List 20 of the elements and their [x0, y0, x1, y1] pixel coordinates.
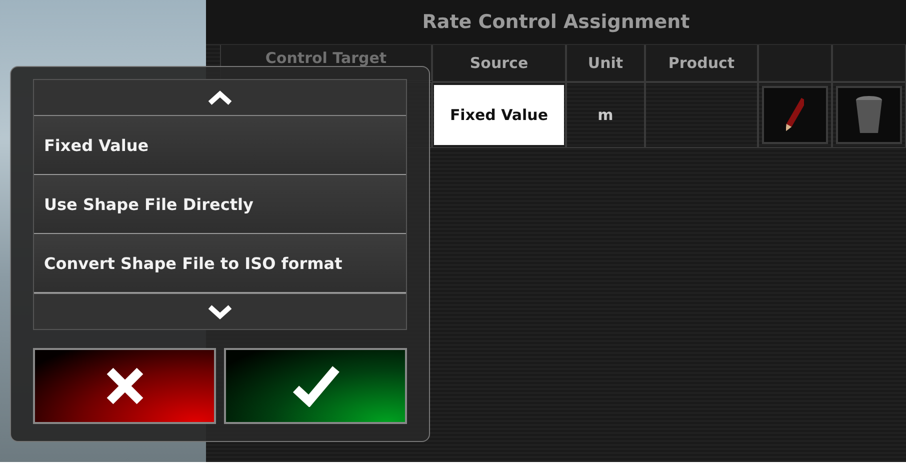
confirm-button[interactable] [224, 348, 407, 424]
cancel-button[interactable] [33, 348, 216, 424]
option-item[interactable]: Convert Shape File to ISO format [34, 234, 406, 293]
close-icon [104, 366, 144, 406]
column-header: Source [432, 45, 566, 82]
column-header: Unit [566, 45, 645, 82]
option-item[interactable]: Use Shape File Directly [34, 175, 406, 234]
scroll-down-button[interactable] [34, 293, 406, 329]
column-header: Product [645, 45, 758, 82]
option-item[interactable]: Fixed Value [34, 116, 406, 175]
source-cell[interactable]: Fixed Value [434, 85, 564, 145]
edit-button[interactable] [762, 86, 828, 144]
chevron-up-icon [207, 90, 233, 106]
screen-title: Rate Control Assignment [206, 0, 906, 45]
unit-cell: m [566, 82, 645, 148]
delete-button[interactable] [836, 86, 902, 144]
scroll-up-button[interactable] [34, 80, 406, 116]
checkmark-icon [292, 365, 340, 407]
trash-can-icon [854, 95, 884, 135]
chevron-down-icon [207, 304, 233, 320]
